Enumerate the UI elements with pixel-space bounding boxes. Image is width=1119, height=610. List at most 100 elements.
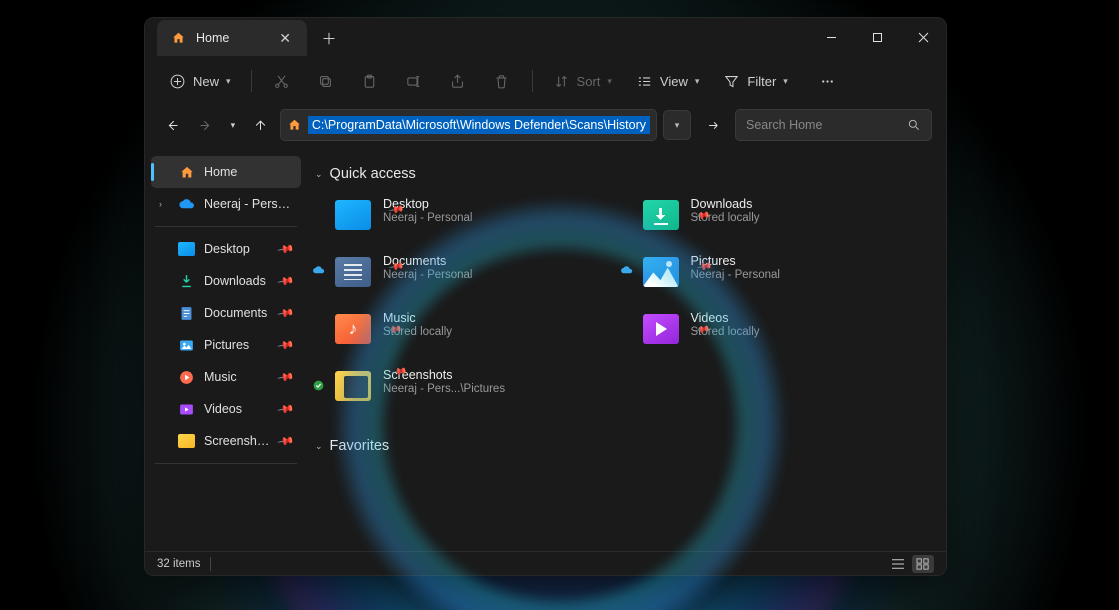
plus-circle-icon bbox=[169, 73, 186, 90]
sidebar-item-label: Downloads bbox=[204, 274, 270, 288]
music-icon: ♪ bbox=[333, 311, 373, 347]
quick-access-item[interactable]: Desktop Neeraj - Personal 📌 bbox=[329, 194, 621, 241]
close-button[interactable] bbox=[900, 18, 946, 56]
chevron-down-icon: ▾ bbox=[675, 120, 680, 131]
documents-icon bbox=[178, 305, 195, 322]
address-bar[interactable]: C:\ProgramData\Microsoft\Windows Defende… bbox=[280, 109, 657, 141]
filter-label: Filter bbox=[747, 74, 776, 89]
view-label: View bbox=[660, 74, 688, 89]
tab-close-button[interactable]: ✕ bbox=[275, 28, 295, 49]
section-title: Favorites bbox=[330, 438, 390, 454]
screenshots-icon bbox=[333, 368, 373, 404]
section-quick-access[interactable]: ⌄ Quick access bbox=[315, 166, 928, 182]
pin-icon: 📌 bbox=[386, 322, 449, 371]
pictures-icon bbox=[641, 254, 681, 290]
screenshots-icon bbox=[178, 433, 195, 450]
sidebar-item-desktop[interactable]: Desktop 📌 bbox=[151, 233, 301, 265]
tiles-view-button[interactable] bbox=[912, 555, 934, 573]
filter-button[interactable]: Filter ▾ bbox=[713, 64, 797, 98]
sidebar-item-screenshots[interactable]: Screenshots 📌 bbox=[151, 425, 301, 457]
sidebar-item-label: Pictures bbox=[204, 338, 270, 352]
sidebar-item-pictures[interactable]: Pictures 📌 bbox=[151, 329, 301, 361]
onedrive-icon bbox=[178, 198, 195, 210]
home-icon bbox=[287, 118, 302, 132]
quick-access-text: Videos Stored locally 📌 bbox=[691, 311, 760, 352]
search-box[interactable] bbox=[735, 109, 932, 141]
item-location: Stored locally bbox=[691, 212, 760, 224]
address-bar-wrap: C:\ProgramData\Microsoft\Windows Defende… bbox=[280, 109, 729, 141]
pin-icon: 📌 bbox=[391, 364, 497, 443]
pin-icon: 📌 bbox=[694, 322, 757, 371]
share-button[interactable] bbox=[438, 64, 478, 98]
pin-icon: 📌 bbox=[388, 202, 468, 262]
tab-home[interactable]: Home ✕ bbox=[157, 20, 307, 56]
toolbar: New ▾ Sort ▾ View ▾ Filter ▾ bbox=[145, 56, 946, 106]
new-button[interactable]: New ▾ bbox=[159, 64, 241, 98]
sidebar-item-downloads[interactable]: Downloads 📌 bbox=[151, 265, 301, 297]
back-button[interactable] bbox=[159, 110, 186, 140]
sidebar-item-label: Documents bbox=[204, 306, 270, 320]
section-favorites[interactable]: ⌄ Favorites bbox=[315, 438, 928, 454]
arrow-left-icon bbox=[165, 118, 180, 133]
up-button[interactable] bbox=[247, 110, 274, 140]
quick-access-text: Downloads Stored locally 📌 bbox=[691, 197, 760, 238]
quick-access-item[interactable]: Videos Stored locally 📌 bbox=[637, 308, 929, 355]
recent-locations-button[interactable]: ▾ bbox=[225, 120, 241, 131]
minimize-button[interactable] bbox=[808, 18, 854, 56]
details-view-button[interactable] bbox=[887, 555, 909, 573]
quick-access-item[interactable]: Screenshots Neeraj - Pers...\Pictures 📌 bbox=[329, 365, 621, 412]
paste-button[interactable] bbox=[350, 64, 390, 98]
sort-button[interactable]: Sort ▾ bbox=[543, 64, 622, 98]
content-area: ⌄ Quick access Desktop Neeraj - Personal… bbox=[305, 150, 946, 551]
cloud-icon bbox=[620, 265, 633, 275]
arrow-up-icon bbox=[253, 118, 268, 133]
item-location: Neeraj - Personal bbox=[691, 269, 780, 281]
quick-access-item[interactable]: Pictures Neeraj - Personal 📌 bbox=[637, 251, 929, 298]
sidebar-item-videos[interactable]: Videos 📌 bbox=[151, 393, 301, 425]
rename-button[interactable] bbox=[394, 64, 434, 98]
item-location: Neeraj - Pers...\Pictures bbox=[383, 383, 505, 395]
separator bbox=[532, 70, 533, 92]
sidebar: Home › Neeraj - Personal Desktop 📌 Downl… bbox=[145, 150, 305, 551]
item-location: Stored locally bbox=[691, 326, 760, 338]
more-button[interactable] bbox=[808, 64, 848, 98]
file-explorer-window: Home ✕ ＋ New ▾ Sort ▾ View bbox=[144, 17, 947, 576]
sort-icon bbox=[553, 73, 570, 90]
item-location: Stored locally bbox=[383, 326, 452, 338]
sidebar-item-home[interactable]: Home bbox=[151, 156, 301, 188]
sync-icon bbox=[312, 379, 325, 392]
new-tab-button[interactable]: ＋ bbox=[311, 20, 347, 56]
search-input[interactable] bbox=[746, 118, 907, 132]
item-location: Neeraj - Personal bbox=[383, 269, 472, 281]
quick-access-item[interactable]: Documents Neeraj - Personal 📌 bbox=[329, 251, 621, 298]
navigation-row: ▾ C:\ProgramData\Microsoft\Windows Defen… bbox=[145, 106, 946, 150]
item-name: Screenshots bbox=[383, 368, 505, 382]
quick-access-item[interactable]: ♪ Music Stored locally 📌 bbox=[329, 308, 621, 355]
item-name: Videos bbox=[691, 311, 760, 325]
pin-icon: 📌 bbox=[277, 240, 296, 259]
sidebar-item-documents[interactable]: Documents 📌 bbox=[151, 297, 301, 329]
list-icon bbox=[891, 558, 905, 570]
chevron-down-icon: ▾ bbox=[226, 76, 231, 87]
view-button[interactable]: View ▾ bbox=[626, 64, 709, 98]
copy-button[interactable] bbox=[306, 64, 346, 98]
forward-button[interactable] bbox=[192, 110, 219, 140]
home-icon bbox=[171, 31, 186, 45]
address-history-button[interactable]: ▾ bbox=[663, 110, 691, 140]
quick-access-grid: Desktop Neeraj - Personal 📌 Downloads St… bbox=[315, 194, 928, 412]
cut-button[interactable] bbox=[262, 64, 302, 98]
sidebar-item-label: Videos bbox=[204, 402, 270, 416]
address-path[interactable]: C:\ProgramData\Microsoft\Windows Defende… bbox=[308, 116, 650, 134]
body: Home › Neeraj - Personal Desktop 📌 Downl… bbox=[145, 150, 946, 551]
delete-button[interactable] bbox=[482, 64, 522, 98]
sidebar-item-onedrive[interactable]: › Neeraj - Personal bbox=[151, 188, 301, 220]
arrow-right-icon bbox=[198, 118, 213, 133]
refresh-button[interactable] bbox=[697, 109, 729, 141]
quick-access-item[interactable]: Downloads Stored locally 📌 bbox=[637, 194, 929, 241]
trash-icon bbox=[493, 73, 510, 90]
sidebar-item-music[interactable]: Music 📌 bbox=[151, 361, 301, 393]
maximize-button[interactable] bbox=[854, 18, 900, 56]
chevron-down-icon: ▾ bbox=[783, 76, 788, 87]
pin-icon: 📌 bbox=[388, 259, 468, 319]
pin-icon: 📌 bbox=[695, 259, 775, 319]
